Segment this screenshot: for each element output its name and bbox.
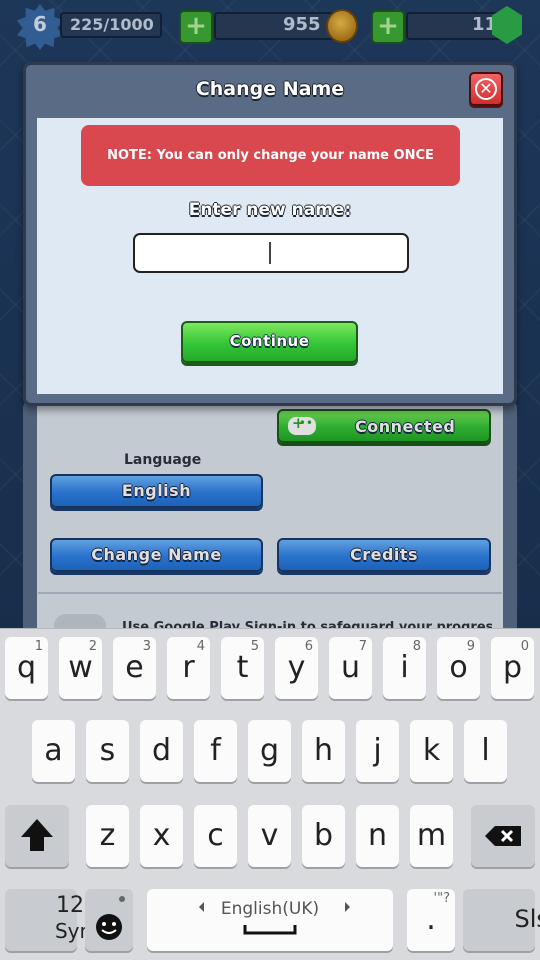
new-name-input[interactable]	[133, 233, 409, 273]
key-l[interactable]: l	[464, 720, 507, 782]
name-prompt: Enter new name:	[188, 200, 352, 220]
key-z[interactable]: z	[86, 805, 129, 867]
close-icon: ✕	[475, 78, 497, 100]
key-p[interactable]: 0p	[491, 637, 534, 699]
key-d[interactable]: d	[140, 720, 183, 782]
onscreen-keyboard: 1q 2w 3e 4r 5t 6y 7u 8i 9o 0p a s d f g …	[0, 628, 540, 960]
period-key[interactable]: '"? .	[407, 889, 455, 951]
key-n[interactable]: n	[356, 805, 399, 867]
key-m[interactable]: m	[410, 805, 453, 867]
key-a[interactable]: a	[32, 720, 75, 782]
key-w[interactable]: 2w	[59, 637, 102, 699]
key-i[interactable]: 8i	[383, 637, 426, 699]
backspace-icon	[485, 826, 521, 846]
key-y[interactable]: 6y	[275, 637, 318, 699]
key-b[interactable]: b	[302, 805, 345, 867]
key-t[interactable]: 5t	[221, 637, 264, 699]
note-banner: NOTE: You can only change your name ONCE	[81, 125, 460, 186]
shift-key[interactable]	[5, 805, 69, 867]
key-c[interactable]: c	[194, 805, 237, 867]
backspace-key[interactable]	[471, 805, 535, 867]
key-j[interactable]: j	[356, 720, 399, 782]
key-v[interactable]: v	[248, 805, 291, 867]
dialog-title: Change Name	[195, 78, 345, 100]
continue-button[interactable]: Continue	[181, 321, 358, 363]
space-key[interactable]: English(UK)	[147, 889, 393, 951]
key-f[interactable]: f	[194, 720, 237, 782]
enter-key[interactable]: Slsi	[463, 889, 540, 951]
symbols-key[interactable]: 123 Sym	[5, 889, 99, 951]
key-g[interactable]: g	[248, 720, 291, 782]
key-o[interactable]: 9o	[437, 637, 480, 699]
key-k[interactable]: k	[410, 720, 453, 782]
key-r[interactable]: 4r	[167, 637, 210, 699]
emoji-key[interactable]	[85, 889, 133, 951]
smiley-icon	[96, 896, 125, 940]
key-q[interactable]: 1q	[5, 637, 48, 699]
key-e[interactable]: 3e	[113, 637, 156, 699]
close-button[interactable]: ✕	[469, 72, 503, 106]
key-h[interactable]: h	[302, 720, 345, 782]
key-x[interactable]: x	[140, 805, 183, 867]
key-s[interactable]: s	[86, 720, 129, 782]
shift-arrow-icon	[21, 819, 53, 851]
key-u[interactable]: 7u	[329, 637, 372, 699]
text-caret	[269, 242, 271, 264]
